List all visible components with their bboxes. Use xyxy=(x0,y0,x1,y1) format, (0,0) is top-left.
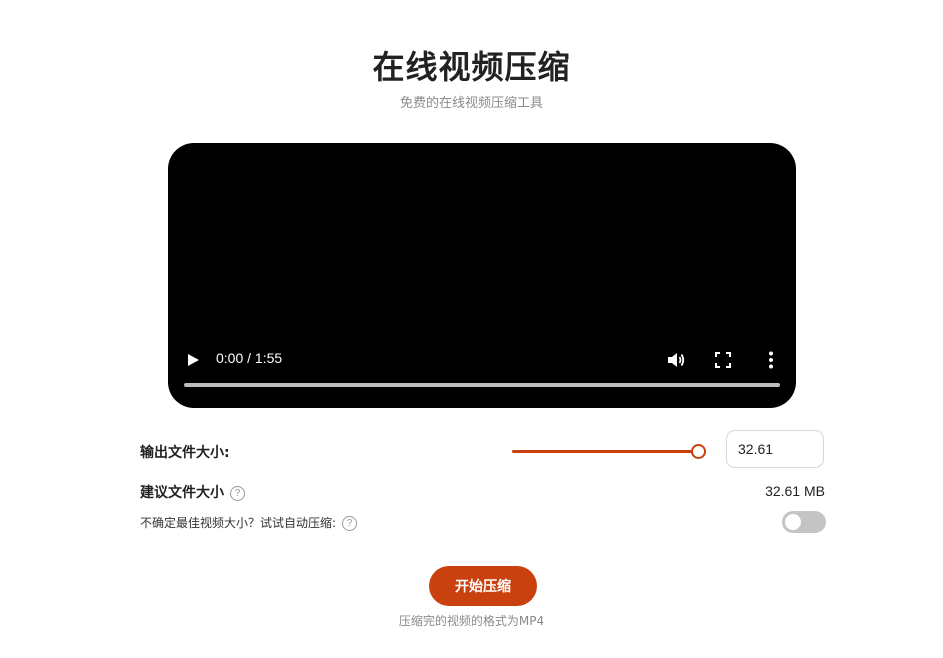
auto-compress-label: 不确定最佳视频大小？试试自动压缩: xyxy=(140,516,337,530)
help-icon[interactable]: ? xyxy=(342,516,358,531)
suggested-size-row: 建议文件大小? xyxy=(140,482,245,502)
auto-compress-row: 不确定最佳视频大小？试试自动压缩:? xyxy=(140,514,358,531)
toggle-knob xyxy=(785,514,801,530)
auto-compress-toggle[interactable] xyxy=(782,511,826,533)
video-time: 0:00 / 1:55 xyxy=(216,350,283,366)
slider-fill xyxy=(512,450,698,453)
video-player[interactable]: 0:00 / 1:55 xyxy=(168,143,796,408)
suggested-size-label: 建议文件大小 xyxy=(140,485,224,501)
output-size-label: 输出文件大小: xyxy=(140,445,230,461)
play-icon[interactable] xyxy=(186,353,200,367)
volume-icon[interactable] xyxy=(666,350,686,370)
page-title: 在线视频压缩 xyxy=(372,48,571,86)
suggested-size-value: 32.61 MB xyxy=(765,483,825,499)
fullscreen-icon[interactable] xyxy=(714,351,732,369)
page: 在线视频压缩 免费的在线视频压缩工具 0:00 / 1:55 输出文件大小: 建… xyxy=(0,0,943,658)
output-size-input[interactable] xyxy=(726,430,824,468)
format-note: 压缩完的视频的格式为MP4 xyxy=(398,614,545,628)
page-subtitle: 免费的在线视频压缩工具 xyxy=(399,96,543,111)
video-progress-bar[interactable] xyxy=(184,383,780,387)
slider-thumb[interactable] xyxy=(691,444,706,459)
start-compress-button[interactable]: 开始压缩 xyxy=(429,566,537,606)
output-size-slider[interactable] xyxy=(512,441,706,461)
help-icon[interactable]: ? xyxy=(230,485,245,501)
more-vertical-icon[interactable] xyxy=(762,350,780,370)
